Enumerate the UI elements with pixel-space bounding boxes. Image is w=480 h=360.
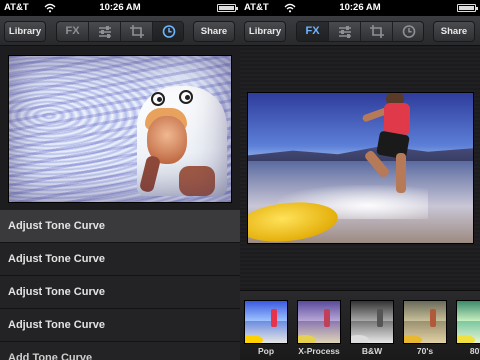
sliders-icon: [339, 26, 351, 38]
filter-thumbnail: [403, 300, 447, 344]
tab-adjust[interactable]: [329, 22, 361, 41]
boy-leg: [396, 153, 406, 193]
top-toolbar: Library FX Share: [0, 16, 240, 46]
filter-label: Pop: [257, 346, 275, 356]
tab-history[interactable]: [153, 22, 183, 41]
history-item[interactable]: Add Tone Curve: [0, 342, 240, 360]
clock-time: 10:26 AM: [99, 2, 141, 13]
left-screen: AT&T 10:26 AM Library FX Share Adjust To…: [0, 0, 240, 360]
sliders-icon: [99, 26, 111, 38]
mode-segmented-control: FX: [56, 21, 184, 42]
history-item[interactable]: Adjust Tone Curve: [0, 276, 240, 309]
tab-adjust[interactable]: [89, 22, 121, 41]
boy-shirt: [384, 103, 410, 135]
battery-icon: [217, 4, 238, 12]
library-button[interactable]: Library: [244, 21, 286, 42]
filter-x-process[interactable]: X-Process: [297, 300, 341, 356]
tab-history[interactable]: [393, 22, 423, 41]
top-toolbar: Library FX Share: [240, 16, 480, 46]
photo-preview: [8, 55, 232, 203]
filter-bw[interactable]: B&W: [350, 300, 394, 356]
right-screen: AT&T 10:26 AM Library FX Share Pop X-Pro…: [240, 0, 480, 360]
clock-icon: [162, 25, 176, 38]
mode-segmented-control: FX: [296, 21, 424, 42]
crop-icon: [370, 25, 384, 38]
tab-crop[interactable]: [361, 22, 393, 41]
vignette: [9, 56, 231, 202]
crop-icon: [130, 25, 144, 38]
filter-thumbnail: [297, 300, 341, 344]
filter-label: X-Process: [298, 346, 340, 356]
clock-icon: [402, 25, 416, 38]
filter-thumbnail: [244, 300, 288, 344]
filter-strip: Pop X-Process B&W 70's 80: [240, 290, 480, 360]
tab-crop[interactable]: [121, 22, 153, 41]
filter-label: 80's: [469, 346, 480, 356]
filter-thumbnail: [350, 300, 394, 344]
clock-time: 10:26 AM: [339, 2, 381, 13]
filter-80s[interactable]: 80's: [456, 300, 480, 356]
status-bar: AT&T 10:26 AM: [240, 0, 480, 16]
status-bar: AT&T 10:26 AM: [0, 0, 240, 16]
library-button[interactable]: Library: [4, 21, 46, 42]
tab-fx[interactable]: FX: [57, 22, 89, 41]
share-button[interactable]: Share: [433, 21, 475, 42]
filter-label: B&W: [361, 346, 383, 356]
share-button[interactable]: Share: [193, 21, 235, 42]
skimboard-photo: [248, 93, 473, 243]
history-list: Adjust Tone Curve Adjust Tone Curve Adju…: [0, 210, 240, 360]
beach-kid-photo: [9, 56, 231, 202]
tab-fx[interactable]: FX: [297, 22, 329, 41]
history-item[interactable]: Adjust Tone Curve: [0, 210, 240, 243]
history-item[interactable]: Adjust Tone Curve: [0, 309, 240, 342]
battery-icon: [457, 4, 478, 12]
photo-preview: [247, 92, 474, 244]
filter-label: 70's: [416, 346, 434, 356]
filter-pop[interactable]: Pop: [244, 300, 288, 356]
filter-70s[interactable]: 70's: [403, 300, 447, 356]
filter-thumbnail: [456, 300, 480, 344]
history-item[interactable]: Adjust Tone Curve: [0, 243, 240, 276]
